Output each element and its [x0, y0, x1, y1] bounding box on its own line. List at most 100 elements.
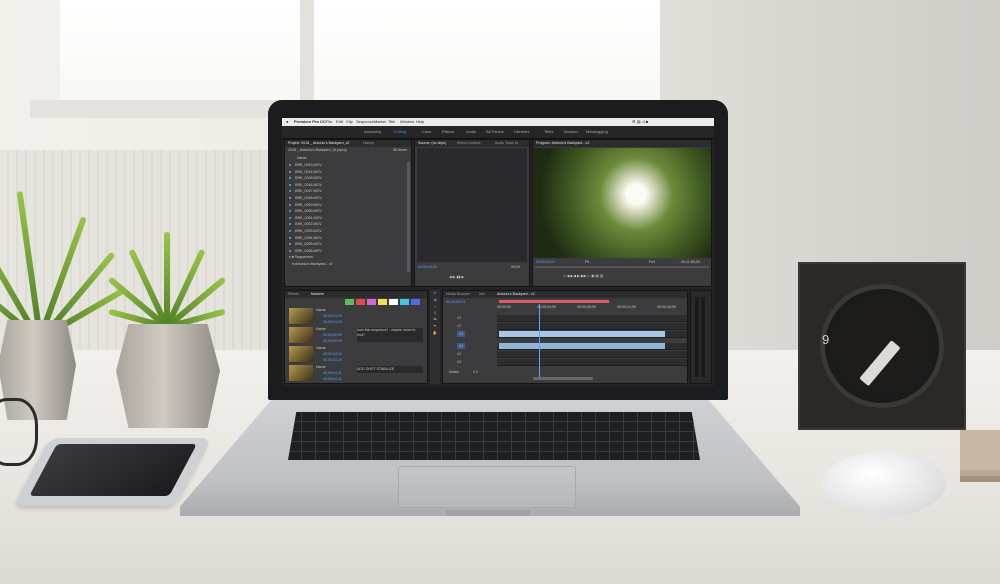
program-timecode[interactable]: 00;00;20;01 — [536, 259, 555, 266]
source-tab[interactable]: Source: (no clips) — [418, 140, 446, 147]
track-header-v3[interactable]: V3 — [457, 315, 461, 321]
pen-icon[interactable]: ✒ — [430, 323, 440, 330]
ripple-edit-icon[interactable]: ↔ — [430, 303, 440, 310]
list-item[interactable]: ■ BRK_0053.MOV — [289, 228, 407, 235]
marker-comment[interactable]: love this sequence! - maybe move to end? — [357, 328, 423, 342]
history-tab[interactable]: History — [363, 140, 374, 147]
track-header-a1[interactable]: A1 — [457, 343, 466, 349]
zoom-select[interactable]: Fit — [585, 259, 589, 266]
menu-edit[interactable]: Edit — [336, 118, 343, 126]
marker-color-swatch[interactable] — [345, 299, 354, 305]
app-name[interactable]: Premiere Pro CC — [294, 118, 326, 126]
slip-icon[interactable]: ↹ — [430, 316, 440, 323]
marker-entry[interactable]: Name 00;00;02;09 00;00;02;09 love this s… — [285, 326, 427, 345]
marker-color-swatch[interactable] — [411, 299, 420, 305]
effects-tab[interactable]: Effects — [288, 291, 299, 298]
sequence-item[interactable]: ■ Antonio's Backyard - v2 — [289, 261, 407, 268]
list-item[interactable]: ■ BRK_0046.MOV — [289, 182, 407, 189]
media-browser-tab[interactable]: Media Browser — [446, 291, 470, 298]
playhead[interactable] — [539, 304, 540, 380]
workspace-tab[interactable]: Audio — [466, 126, 476, 138]
potted-plant-left — [0, 190, 126, 430]
track-header-a2[interactable]: A2 — [457, 351, 461, 357]
quality-select[interactable]: Full — [649, 259, 655, 266]
workspace-tab[interactable]: Libraries — [514, 126, 529, 138]
track-select-icon[interactable]: ⇉ — [430, 297, 440, 304]
marker-color-swatch[interactable] — [367, 299, 376, 305]
effect-controls-tab[interactable]: Effect Controls — [457, 140, 481, 147]
track-lane[interactable] — [497, 359, 687, 366]
menu-marker[interactable]: Marker — [374, 118, 386, 126]
marker-color-swatch[interactable] — [400, 299, 409, 305]
workspace-tab[interactable]: Effects — [442, 126, 454, 138]
list-item[interactable]: ■ BRK_0045.MOV — [289, 175, 407, 182]
list-item[interactable]: ■ BRK_0043.MOV — [289, 162, 407, 169]
list-item[interactable]: ■ BRK_0048.MOV — [289, 195, 407, 202]
program-transport-controls[interactable]: ◁ ◀◀ ◀ ▶ ▶▶ ▷ ▣ ▤ ▥ — [563, 273, 603, 280]
marker-entry[interactable]: Name 00;00;04;11 00;00;04;11 ADD SHOT ST… — [285, 364, 427, 383]
list-item[interactable]: ■ BRK_0052.MOV — [289, 221, 407, 228]
workspace-tab[interactable]: Titles — [544, 126, 553, 138]
workspace-tab[interactable]: Color — [422, 126, 432, 138]
list-item[interactable]: ■ BRK_0056.MOV — [289, 248, 407, 255]
track-header-a3[interactable]: A3 — [457, 359, 461, 365]
workspace-tab[interactable]: Metalogging — [586, 126, 608, 138]
markers-panel: Effects Markers Name 00;00;01;20 00;00;0… — [284, 290, 428, 384]
marker-color-swatch[interactable] — [378, 299, 387, 305]
menu-window[interactable]: Window — [400, 118, 414, 126]
list-item[interactable]: ■ BRK_0047.MOV — [289, 188, 407, 195]
phone-screen — [29, 444, 197, 496]
track-lane[interactable] — [497, 323, 687, 330]
list-item[interactable]: ■ BRK_0051.MOV — [289, 215, 407, 222]
marker-comment[interactable]: ADD SHOT STABILIZE — [357, 366, 423, 373]
apple-icon[interactable]: ● — [286, 118, 288, 126]
list-item[interactable]: ■ BRK_0044.MOV — [289, 169, 407, 176]
list-item[interactable]: ■ BRK_0050.MOV — [289, 208, 407, 215]
hand-icon[interactable]: ✋ — [430, 330, 440, 337]
timeline-timecode[interactable]: 00;00;05;23 — [446, 299, 465, 306]
markers-tab[interactable]: Markers — [311, 291, 324, 298]
bin-item[interactable]: ▾ ■ Sequences — [289, 254, 407, 261]
source-transport-controls[interactable]: ◀ ▶ ▮▮ ▶ — [449, 274, 464, 281]
list-item[interactable]: ■ BRK_0054.MOV — [289, 235, 407, 242]
work-area-bar[interactable] — [499, 300, 609, 303]
workspace-tab[interactable]: Assembly — [364, 126, 381, 138]
audio-clip[interactable] — [499, 343, 665, 349]
track-header-v2[interactable]: V2 — [457, 323, 461, 329]
selection-tool-icon[interactable]: ➤ — [430, 290, 440, 297]
workspace-tab[interactable]: Docked — [564, 126, 578, 138]
name-column-header[interactable]: Name — [297, 155, 307, 162]
program-playhead-bar[interactable] — [535, 266, 709, 268]
track-lane[interactable] — [497, 315, 687, 322]
track-lane[interactable] — [497, 351, 687, 358]
project-tab[interactable]: Project: 2018 _ Antonio's Backyard_v2 — [288, 140, 349, 147]
sequence-tab[interactable]: Antonio's Backyard - v2 — [497, 291, 535, 298]
marker-entry[interactable]: Name 00;00;03;10 00;00;03;10 — [285, 345, 427, 364]
ruler-tick-label: 00;00;08;00 — [577, 305, 596, 309]
razor-icon[interactable]: ◊ — [430, 310, 440, 317]
timeline-ruler[interactable]: 00;00;00 00;00;04;00 00;00;08;00 00;00;1… — [497, 304, 687, 310]
workspace-tab[interactable]: All Panels — [486, 126, 504, 138]
workspace-tab-active[interactable]: Editing — [394, 126, 406, 138]
menu-help[interactable]: Help — [416, 118, 424, 126]
info-tab[interactable]: Info — [479, 291, 485, 298]
master-value[interactable]: 0.0 — [473, 369, 478, 375]
list-item[interactable]: ■ BRK_0055.MOV — [289, 241, 407, 248]
master-label: Master — [449, 370, 460, 374]
menu-file[interactable]: File — [326, 118, 332, 126]
marker-entry[interactable]: Name 00;00;01;20 00;00;01;20 — [285, 307, 427, 326]
track-header-v1[interactable]: V1 — [457, 331, 466, 337]
audio-track-mixer-tab[interactable]: Audio Track M — [495, 140, 518, 147]
menu-title[interactable]: Title — [388, 118, 395, 126]
timeline-scrollbar[interactable] — [533, 377, 593, 380]
menu-clip[interactable]: Clip — [346, 118, 353, 126]
marker-color-swatch[interactable] — [389, 299, 398, 305]
marker-thumbnail — [289, 346, 313, 362]
program-tab[interactable]: Program: Antonio's Backyard - v2 — [536, 140, 589, 147]
menu-sequence[interactable]: Sequence — [356, 118, 374, 126]
list-item[interactable]: ■ BRK_0049.MOV — [289, 202, 407, 209]
marker-color-swatch[interactable] — [356, 299, 365, 305]
program-monitor-frame — [533, 148, 711, 258]
project-scrollbar[interactable] — [407, 162, 410, 272]
video-clip[interactable] — [499, 331, 665, 337]
